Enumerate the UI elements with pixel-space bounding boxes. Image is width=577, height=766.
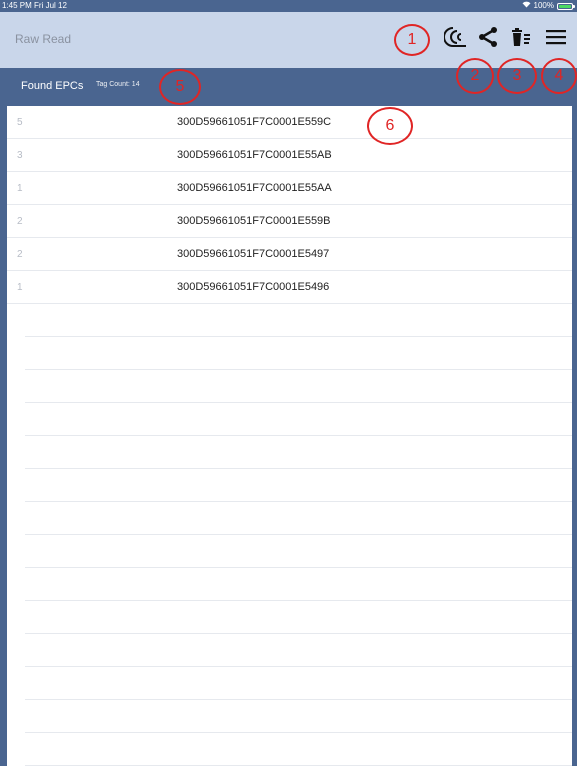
- epc-value: 300D59661051F7C0001E5496: [177, 281, 330, 293]
- epc-row[interactable]: 2 300D59661051F7C0001E5497: [7, 238, 572, 271]
- callout-4: 4: [541, 58, 577, 94]
- share-button[interactable]: [473, 22, 503, 52]
- read-count: 2: [17, 249, 23, 260]
- empty-row: [25, 403, 572, 436]
- page-title: Raw Read: [15, 32, 72, 46]
- read-count: 1: [17, 282, 23, 293]
- epc-value: 300D59661051F7C0001E55AA: [177, 182, 332, 194]
- epc-row[interactable]: 1 300D59661051F7C0001E55AA: [7, 172, 572, 205]
- menu-button[interactable]: [541, 22, 571, 52]
- status-bar: 1:45 PM Fri Jul 12 100%: [0, 0, 577, 12]
- battery-icon: [557, 2, 575, 10]
- callout-3: 3: [497, 58, 537, 94]
- epc-value: 300D59661051F7C0001E559C: [177, 116, 332, 128]
- read-count: 5: [17, 117, 23, 128]
- epc-value: 300D59661051F7C0001E5497: [177, 248, 330, 260]
- scan-toggle-button[interactable]: [441, 22, 471, 52]
- trash-list-icon: [512, 28, 530, 46]
- empty-row: [25, 502, 572, 535]
- epc-value: 300D59661051F7C0001E559B: [177, 215, 331, 227]
- epc-value: 300D59661051F7C0001E55AB: [177, 149, 332, 161]
- empty-row: [25, 733, 572, 766]
- empty-row: [25, 469, 572, 502]
- clear-list-button[interactable]: [506, 22, 536, 52]
- empty-row: [25, 568, 572, 601]
- read-count: 3: [17, 150, 23, 161]
- nav-bar: Raw Read: [0, 12, 577, 68]
- status-time: 1:45 PM Fri Jul 12: [2, 1, 67, 10]
- epc-row[interactable]: 3 300D59661051F7C0001E55AB: [7, 139, 572, 172]
- status-indicators: 100%: [522, 0, 575, 12]
- empty-row: [25, 535, 572, 568]
- read-count: 2: [17, 216, 23, 227]
- epc-row[interactable]: 1 300D59661051F7C0001E5496: [7, 271, 572, 304]
- epc-row[interactable]: 2 300D59661051F7C0001E559B: [7, 205, 572, 238]
- empty-row: [25, 337, 572, 370]
- callout-2: 2: [456, 58, 494, 94]
- empty-row: [25, 700, 572, 733]
- empty-row: [25, 370, 572, 403]
- empty-row: [25, 667, 572, 700]
- empty-row: [25, 436, 572, 469]
- wifi-icon: [522, 0, 531, 12]
- scan-waves-icon: [444, 27, 466, 47]
- battery-percent: 100%: [533, 1, 554, 10]
- epc-row[interactable]: 5 300D59661051F7C0001E559C: [7, 106, 572, 139]
- read-count: 1: [17, 183, 23, 194]
- hamburger-menu-icon: [546, 30, 566, 45]
- empty-row: [25, 601, 572, 634]
- empty-row: [25, 304, 572, 337]
- epc-list[interactable]: 5 300D59661051F7C0001E559C 3 300D5966105…: [7, 106, 572, 766]
- callout-1: 1: [394, 24, 430, 56]
- tag-count: Tag Count: 14: [96, 81, 140, 88]
- found-epcs-label: Found EPCs: [21, 80, 84, 92]
- callout-5: 5: [159, 69, 201, 105]
- share-icon: [479, 27, 497, 47]
- empty-row: [25, 634, 572, 667]
- callout-6: 6: [367, 107, 413, 145]
